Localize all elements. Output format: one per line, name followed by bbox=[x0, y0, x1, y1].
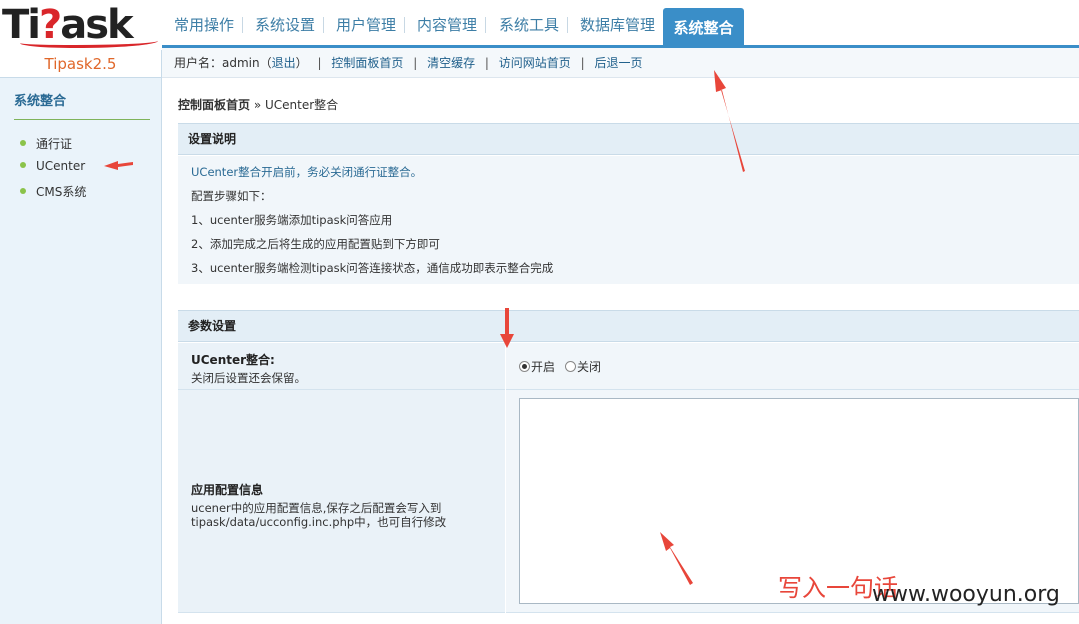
radio-enable-label: 开启 bbox=[531, 360, 556, 374]
radio-enable[interactable]: 开启 bbox=[519, 358, 555, 375]
nav-divider bbox=[242, 17, 243, 33]
nav-divider bbox=[404, 17, 405, 33]
sidebar-item-passport[interactable]: 通行证 bbox=[20, 135, 72, 152]
description-line: 3、ucenter服务端检测tipask问答连接状态，通信成功即表示整合完成 bbox=[191, 261, 554, 275]
nav-item-common[interactable]: 常用操作 bbox=[174, 14, 234, 36]
radio-checked-icon bbox=[519, 361, 530, 372]
bullet-icon bbox=[20, 187, 26, 194]
description-line: 1、ucenter服务端添加tipask问答应用 bbox=[191, 213, 393, 227]
radio-unchecked-icon bbox=[565, 361, 576, 372]
dashboard-link[interactable]: 控制面板首页 bbox=[331, 56, 403, 70]
radio-disable-label: 关闭 bbox=[577, 360, 602, 374]
admin-page: Ti?ask 常用操作 系统设置 用户管理 内容管理 系统工具 数据库管理 系统… bbox=[0, 0, 1079, 624]
username-suffix: ） bbox=[295, 56, 308, 70]
nav-item-content[interactable]: 内容管理 bbox=[417, 14, 477, 36]
nav-item-users[interactable]: 用户管理 bbox=[336, 14, 396, 36]
breadcrumb-home-link[interactable]: 控制面板首页 bbox=[178, 98, 250, 112]
sidebar-item-label: 通行证 bbox=[36, 137, 73, 151]
sidebar-item-label: CMS系统 bbox=[36, 185, 87, 199]
visit-site-link[interactable]: 访问网站首页 bbox=[499, 56, 571, 70]
sidebar-title: 系统整合 bbox=[14, 94, 67, 109]
params-header: 参数设置 bbox=[178, 310, 1079, 342]
breadcrumb-current: UCenter整合 bbox=[265, 98, 339, 112]
sidebar-item-cms[interactable]: CMS系统 bbox=[20, 183, 86, 200]
logo[interactable]: Ti?ask bbox=[0, 0, 162, 50]
pipe-divider: | bbox=[413, 56, 418, 70]
ucenter-toggle-note: 关闭后设置还会保留。 bbox=[191, 371, 306, 385]
sub-bar: 用户名：admin（退出） | 控制面板首页 | 清空缓存 | 访问网站首页 |… bbox=[162, 48, 1079, 78]
nav-item-settings[interactable]: 系统设置 bbox=[255, 14, 315, 36]
sidebar-item-ucenter[interactable]: UCenter bbox=[20, 159, 85, 173]
description-line: 2、添加完成之后将生成的应用配置贴到下方即可 bbox=[191, 237, 440, 251]
nav-item-tools[interactable]: 系统工具 bbox=[499, 14, 559, 36]
nav-item-database[interactable]: 数据库管理 bbox=[580, 14, 655, 36]
top-nav: 常用操作 系统设置 用户管理 内容管理 系统工具 数据库管理 系统整合 bbox=[162, 0, 1079, 46]
pipe-divider: | bbox=[484, 56, 489, 70]
sidebar-item-label: UCenter bbox=[36, 159, 86, 173]
config-note-line: tipask/data/ucconfig.inc.php中，也可自行修改 bbox=[191, 515, 447, 529]
ucenter-toggle-label: UCenter整合: bbox=[191, 353, 275, 367]
sidebar-divider bbox=[14, 119, 150, 120]
sidebar: Tipask2.5 系统整合 通行证 UCenter CMS系统 bbox=[0, 50, 162, 624]
bullet-icon bbox=[20, 139, 26, 146]
pipe-divider: | bbox=[317, 56, 322, 70]
config-label: 应用配置信息 bbox=[191, 483, 264, 497]
description-line: 配置步骤如下： bbox=[191, 189, 272, 203]
clear-cache-link[interactable]: 清空缓存 bbox=[427, 56, 475, 70]
version-label: Tipask2.5 bbox=[0, 50, 161, 78]
watermark: www.wooyun.org bbox=[872, 582, 1060, 607]
logout-link[interactable]: 退出 bbox=[272, 56, 296, 70]
bullet-icon bbox=[20, 161, 26, 168]
breadcrumb: 控制面板首页 » UCenter整合 bbox=[178, 96, 338, 113]
nav-item-integration[interactable]: 系统整合 bbox=[663, 8, 744, 46]
radio-disable[interactable]: 关闭 bbox=[565, 358, 601, 375]
description-line: UCenter整合开启前，务必关闭通行证整合。 bbox=[191, 165, 423, 179]
logo-swoosh bbox=[20, 36, 158, 48]
nav-divider bbox=[485, 17, 486, 33]
breadcrumb-separator: » bbox=[250, 98, 265, 112]
pipe-divider: | bbox=[580, 56, 585, 70]
nav-divider bbox=[323, 17, 324, 33]
nav-divider bbox=[567, 17, 568, 33]
username-label: 用户名：admin（ bbox=[174, 56, 272, 70]
description-header: 设置说明 bbox=[178, 123, 1079, 155]
back-link[interactable]: 后退一页 bbox=[595, 56, 643, 70]
